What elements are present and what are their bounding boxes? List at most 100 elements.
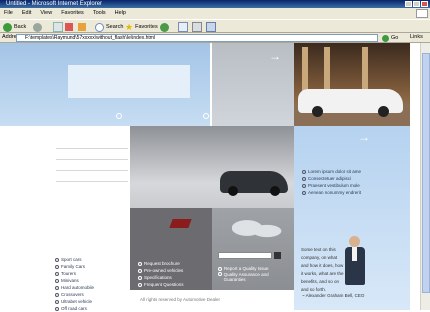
menu-edit[interactable]: Edit (22, 8, 31, 19)
circle-arrow-icon[interactable] (203, 113, 209, 119)
mail-button[interactable] (178, 22, 188, 32)
promo-list: Lorem ipsum dolor sit ame Consectetuer a… (302, 168, 361, 196)
arrow-right-icon[interactable]: → (358, 130, 370, 144)
maximize-button[interactable] (413, 1, 420, 7)
menu-bar: File Edit View Favorites Tools Help (0, 8, 430, 19)
links-button[interactable]: Links (410, 34, 423, 40)
menu-view[interactable]: View (40, 8, 52, 19)
divider (56, 181, 128, 182)
circle-bullet-icon (55, 292, 59, 297)
forward-arrow-icon (33, 22, 42, 32)
nav-ultrabet-vehicle[interactable]: Ultrabet vehicle (55, 298, 94, 305)
forward-button[interactable] (33, 22, 42, 32)
service-link-brochure[interactable]: Request brochure (138, 260, 184, 267)
menu-tools[interactable]: Tools (93, 8, 106, 19)
nav-crossovers[interactable]: Crossovers (55, 291, 94, 298)
nav-minivans[interactable]: Minivans (55, 277, 94, 284)
circle-bullet-icon (218, 266, 222, 271)
circle-bullet-icon (302, 190, 306, 195)
menu-favorites[interactable]: Favorites (61, 8, 84, 19)
circle-bullet-icon (138, 268, 142, 273)
quality-panel: Report a Quality Issue Quality Assurance… (212, 208, 294, 290)
window-title-bar: Untitled - Microsoft Internet Explorer (0, 0, 430, 8)
back-label: Back (14, 24, 27, 30)
search-button[interactable]: Search (95, 22, 123, 32)
favorites-button[interactable]: ★ Favorites (125, 22, 158, 32)
promo-item-label: Aenean nonummy endrerit (308, 190, 362, 195)
circle-bullet-icon (55, 264, 59, 269)
star-icon: ★ (125, 21, 134, 32)
quality-link-report[interactable]: Report a Quality Issue (218, 265, 278, 272)
link-label: Frequent Questions (144, 282, 184, 287)
quality-links: Report a Quality Issue Quality Assurance… (218, 265, 278, 282)
link-label: Pre-owned vehicles (144, 268, 184, 273)
vertical-scrollbar[interactable] (420, 43, 430, 310)
promo-item-label: Consectetuer adipisci (308, 176, 352, 181)
circle-bullet-icon (302, 169, 306, 174)
home-button[interactable] (78, 22, 86, 32)
hero-placeholder-box (68, 65, 190, 98)
search-go-button[interactable] (274, 252, 281, 259)
back-arrow-icon (3, 22, 12, 32)
circle-bullet-icon (302, 183, 306, 188)
car-wheel (228, 186, 238, 196)
refresh-button[interactable] (65, 22, 73, 32)
car-showcase (130, 126, 294, 208)
arrow-right-icon[interactable]: → (269, 49, 281, 63)
stop-icon (53, 22, 63, 32)
service-links: Request brochure Pre-owned vehicles Spec… (138, 260, 184, 288)
window-controls (405, 1, 428, 7)
nav-family-cars[interactable]: Family Cars (55, 263, 94, 270)
promo-item[interactable]: Praesent vestibulum mole (302, 182, 361, 189)
go-label: Go (391, 35, 399, 41)
print-icon (192, 22, 202, 32)
circle-bullet-icon (55, 278, 59, 283)
circle-bullet-icon (218, 272, 222, 276)
vehicle-nav: Sport cars Family Cars Tourers Minivans … (55, 256, 94, 312)
scrollbar-thumb[interactable] (422, 53, 430, 293)
world-map-image (232, 216, 282, 246)
promo-item[interactable]: Aenean nonummy endrerit (302, 189, 361, 196)
home-icon (78, 23, 86, 31)
services-panel: Request brochure Pre-owned vehicles Spec… (130, 208, 212, 290)
nav-hard-automobile[interactable]: Hard automobile (55, 284, 94, 291)
service-link-preowned[interactable]: Pre-owned vehicles (138, 267, 184, 274)
service-link-specifications[interactable]: Specifications (138, 274, 184, 281)
mail-icon (178, 22, 188, 32)
nav-label: Ultrabet vehicle (61, 299, 93, 304)
promo-item[interactable]: Consectetuer adipisci (302, 175, 361, 182)
service-link-faq[interactable]: Frequent Questions (138, 281, 184, 288)
menu-help[interactable]: Help (115, 8, 126, 19)
go-button[interactable]: Go (382, 34, 406, 42)
print-button[interactable] (192, 22, 202, 32)
nav-label: Sport cars (61, 257, 82, 262)
refresh-icon (65, 23, 73, 31)
close-button[interactable] (421, 1, 428, 7)
nav-sport-cars[interactable]: Sport cars (55, 256, 94, 263)
feature-panel: → (212, 43, 294, 126)
search-input[interactable] (218, 252, 272, 259)
circle-bullet-icon (138, 261, 142, 266)
nav-tourers[interactable]: Tourers (55, 270, 94, 277)
nav-label: Family Cars (61, 264, 86, 269)
promo-item-label: Praesent vestibulum mole (308, 183, 360, 188)
promo-item[interactable]: Lorem ipsum dolor sit ame (302, 168, 361, 175)
nav-label: Off road cars (61, 306, 87, 311)
stop-button[interactable] (53, 22, 63, 32)
nav-label: Hard automobile (61, 285, 95, 290)
circle-arrow-icon[interactable] (116, 113, 122, 119)
nav-off-road-cars[interactable]: Off road cars (55, 305, 94, 312)
back-button[interactable]: Back (3, 22, 26, 32)
history-button[interactable] (160, 22, 169, 32)
edit-icon (206, 22, 216, 32)
address-bar: Address F:\templates\Raymund\57xxxxx\wit… (0, 33, 430, 43)
hero-photo (294, 43, 410, 126)
quality-link-assurance[interactable]: Quality Assurance and Guaranties (218, 272, 278, 282)
circle-bullet-icon (55, 257, 59, 262)
circle-bullet-icon (55, 299, 59, 304)
minimize-button[interactable] (405, 1, 412, 7)
menu-file[interactable]: File (4, 8, 13, 19)
address-input[interactable]: F:\templates\Raymund\57xxxxx\without_fla… (16, 34, 378, 42)
promo-panel: → Lorem ipsum dolor sit ame Consectetuer… (294, 126, 410, 310)
edit-button[interactable] (206, 22, 216, 32)
